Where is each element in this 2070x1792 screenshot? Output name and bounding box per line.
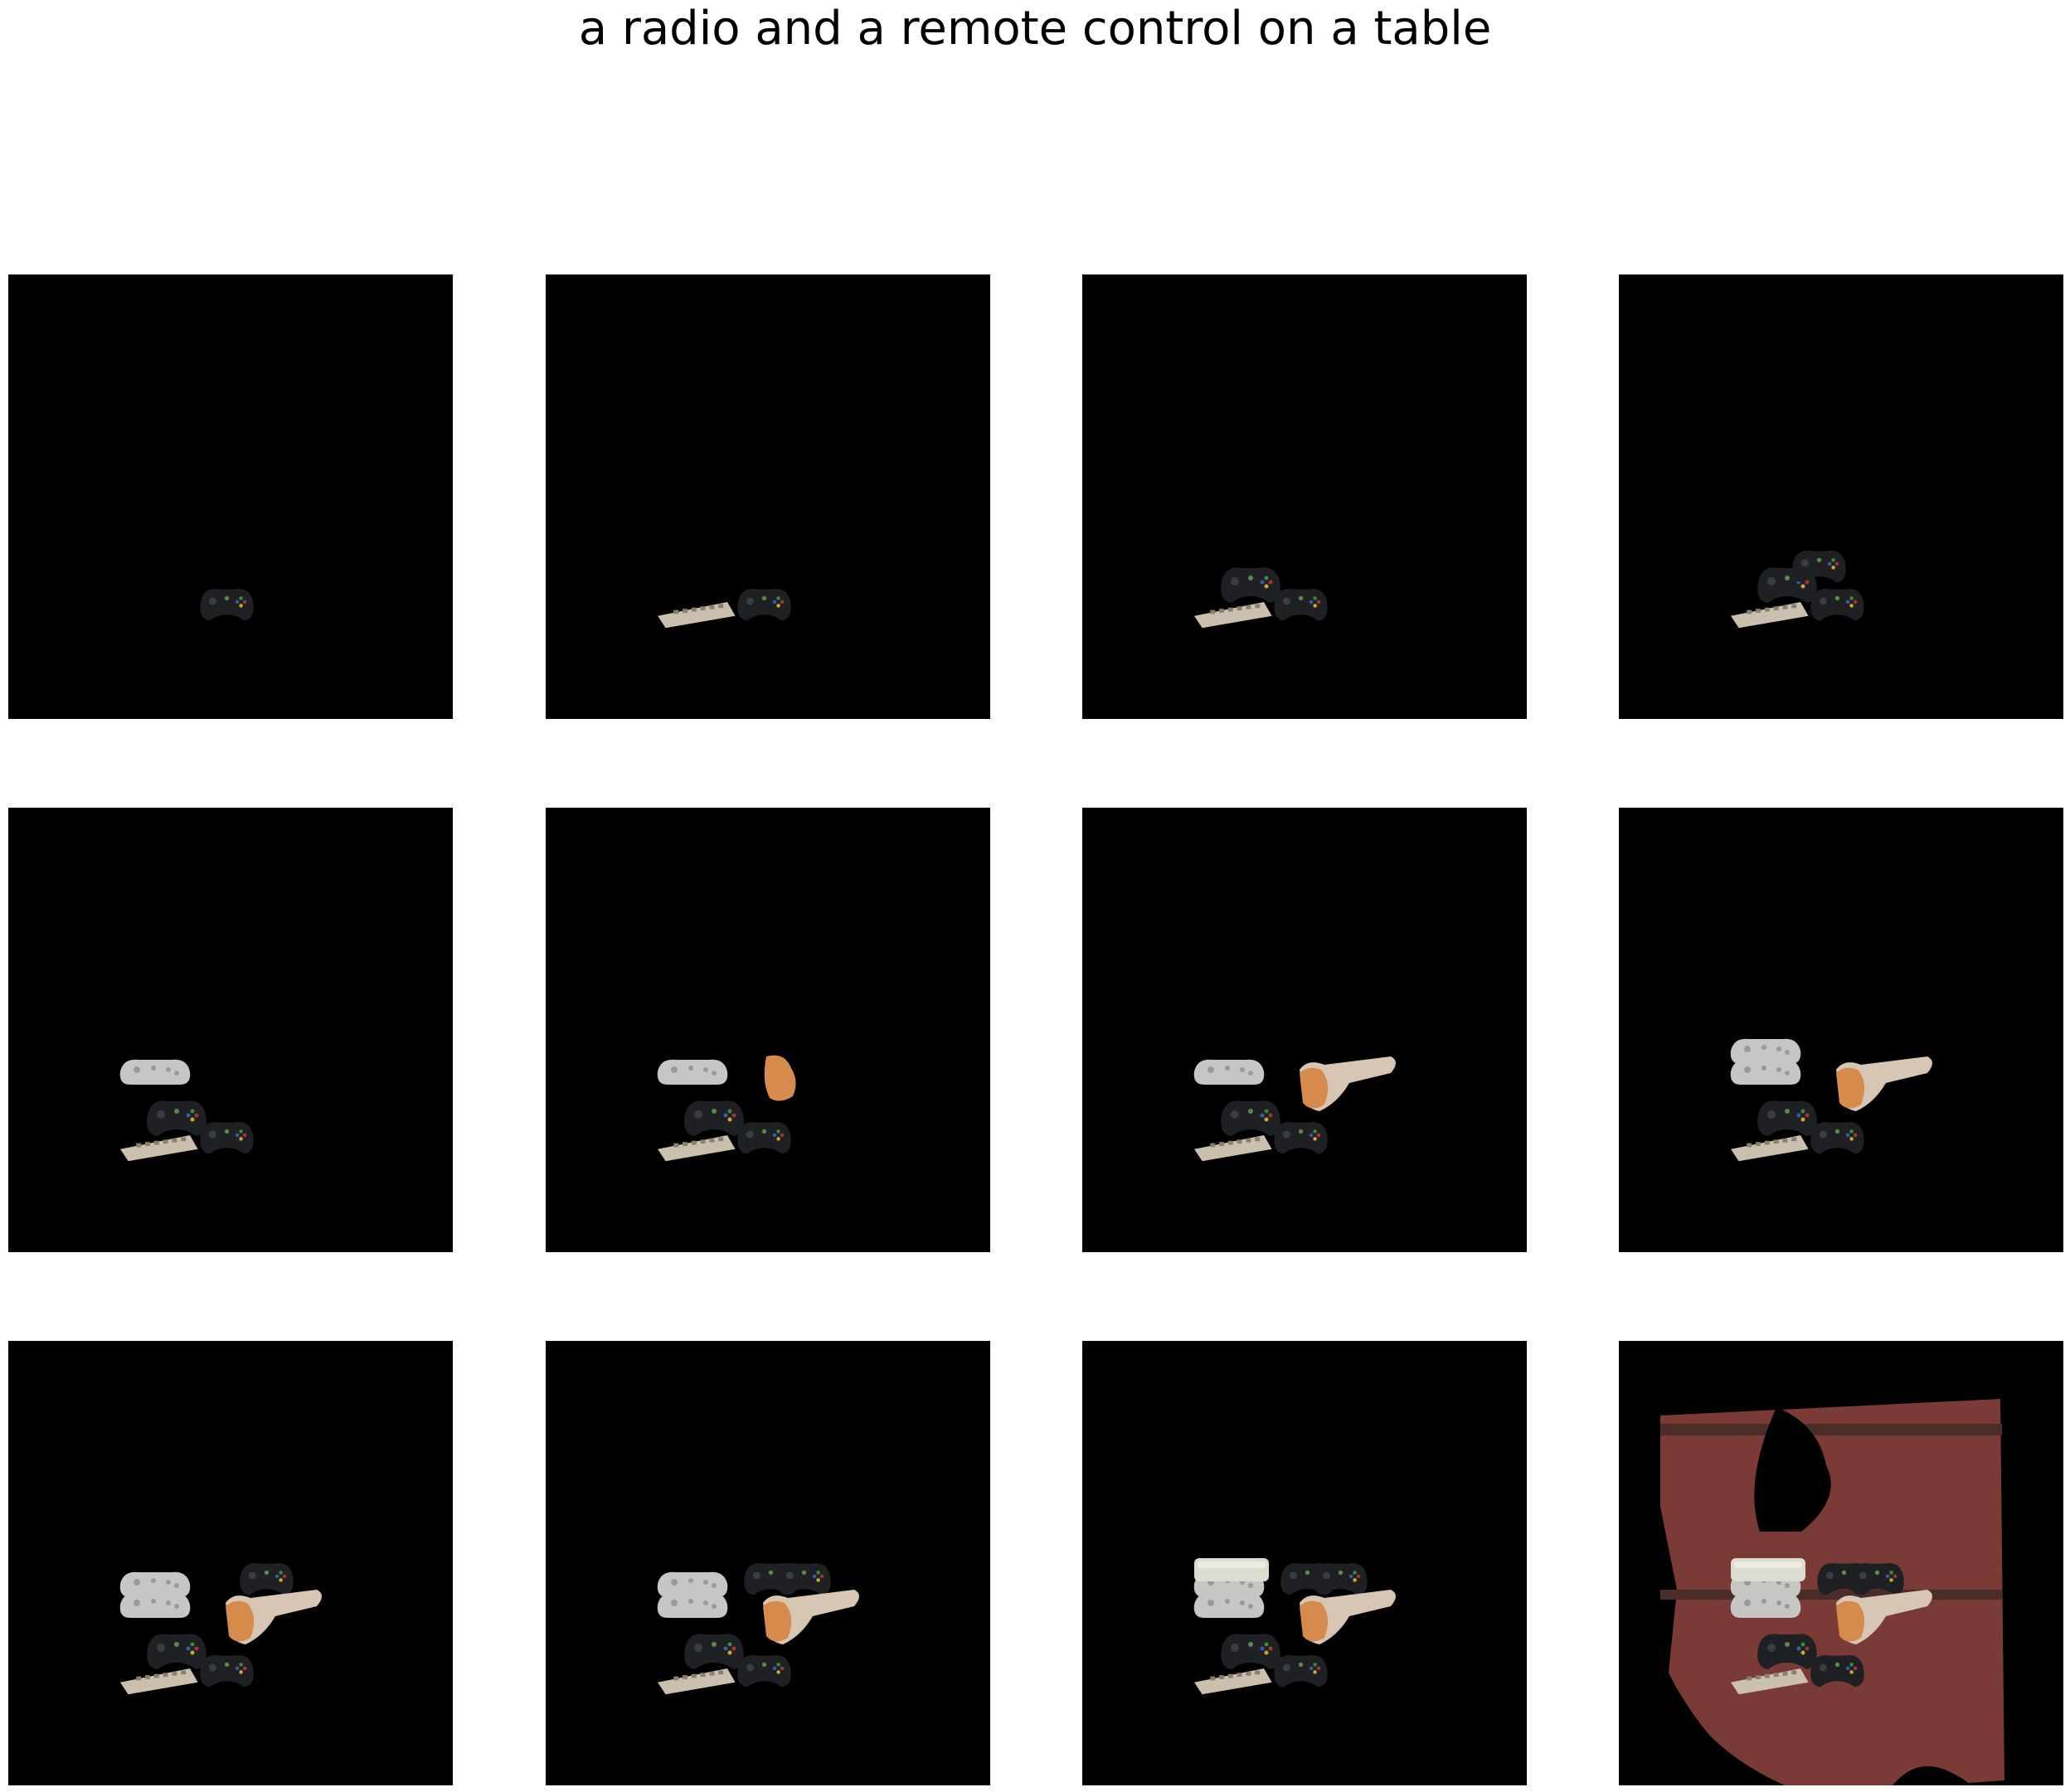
panel-9: [8, 1341, 453, 1785]
panel-11-content: [1193, 1558, 1396, 1695]
radio: [1194, 1558, 1269, 1581]
gamepad-dark: [1314, 1563, 1368, 1595]
panel-9-image: [119, 1563, 322, 1695]
panel-4-image: [1731, 551, 1864, 629]
panel-8: [1619, 808, 2063, 1252]
panel-11-image: [1193, 1558, 1396, 1695]
gamepad-dark: [147, 1100, 207, 1136]
remote-control: [1194, 1668, 1272, 1695]
hand: [1300, 1056, 1396, 1111]
gamepad-dark: [1810, 1122, 1864, 1154]
remote-control: [1194, 1135, 1272, 1162]
hand: [1300, 1590, 1396, 1644]
panel-12-content: [1619, 1341, 2063, 1785]
hand: [763, 1590, 859, 1644]
hand-orange: [764, 1055, 796, 1101]
panel-7: [1082, 808, 1527, 1252]
panel-7-content: [1193, 1056, 1396, 1162]
gamepad-dark: [240, 1563, 294, 1595]
gamepad-dark: [1221, 1100, 1280, 1136]
gamepad-dark: [737, 1655, 791, 1688]
panel-4: [1619, 274, 2063, 719]
panel-4-content: [1731, 551, 1864, 629]
gamepad-dark: [1274, 1655, 1328, 1688]
gamepad-dark: [684, 1634, 744, 1669]
figure-title: a radio and a remote control on a table: [578, 2, 1492, 56]
gamepad-dark: [1221, 1634, 1280, 1669]
remote-control: [1731, 602, 1809, 629]
gamepad-light: [1730, 1038, 1801, 1064]
gamepad-dark: [1792, 551, 1846, 583]
gamepad-dark: [1274, 589, 1328, 621]
panel-8-image: [1730, 1038, 1932, 1162]
panel-10: [546, 1341, 990, 1785]
panel-12-image: [1619, 1341, 2063, 1785]
panel-9-content: [119, 1563, 322, 1695]
gamepad-dark: [684, 1100, 744, 1136]
panel-5-image: [119, 1059, 254, 1162]
panel-10-image: [657, 1563, 859, 1695]
radio: [1731, 1558, 1805, 1581]
gamepad-dark: [737, 589, 791, 621]
panel-5: [8, 808, 453, 1252]
gamepad-light: [119, 1059, 191, 1085]
gamepad-light: [1193, 1059, 1265, 1085]
panel-3-image: [1194, 567, 1328, 629]
panel-11: [1082, 1341, 1527, 1785]
gamepad-dark: [1221, 567, 1280, 603]
panel-1-content: [200, 589, 254, 621]
panel-8-content: [1730, 1038, 1932, 1162]
hand: [226, 1590, 322, 1644]
panel-7-image: [1193, 1056, 1396, 1162]
panel-2-image: [658, 589, 791, 629]
gamepad-light: [657, 1571, 728, 1597]
remote-control: [120, 1135, 198, 1162]
panel-1: [8, 274, 453, 719]
panel-1-image: [200, 589, 254, 621]
panel-2-content: [658, 589, 791, 629]
gamepad-dark: [777, 1563, 831, 1595]
gamepad-dark: [200, 1122, 254, 1154]
gamepad-dark: [147, 1634, 207, 1669]
gamepad-dark: [1810, 589, 1864, 621]
panel-12: [1619, 1341, 2063, 1785]
gamepad-light: [119, 1571, 191, 1597]
panel-6: [546, 808, 990, 1252]
panel-6-image: [657, 1055, 796, 1162]
gamepad-dark: [200, 1655, 254, 1688]
gamepad-dark: [200, 589, 254, 621]
remote-control: [658, 1668, 736, 1695]
panel-3: [1082, 274, 1527, 719]
gamepad-dark: [1274, 1122, 1328, 1154]
panel-3-content: [1194, 567, 1328, 629]
remote-control: [1194, 602, 1272, 629]
remote-control: [120, 1668, 198, 1695]
panel-10-content: [657, 1563, 859, 1695]
gamepad-dark: [737, 1122, 791, 1154]
remote-control: [658, 1135, 736, 1162]
panel-5-content: [119, 1059, 254, 1162]
panel-2: [546, 274, 990, 719]
room-background: [1619, 1341, 2063, 1785]
remote-control: [1731, 1135, 1809, 1162]
remote-control: [658, 602, 736, 629]
gamepad-dark: [1757, 1100, 1817, 1136]
hand: [1836, 1056, 1932, 1111]
panel-6-content: [657, 1055, 796, 1162]
gamepad-light: [657, 1059, 728, 1085]
